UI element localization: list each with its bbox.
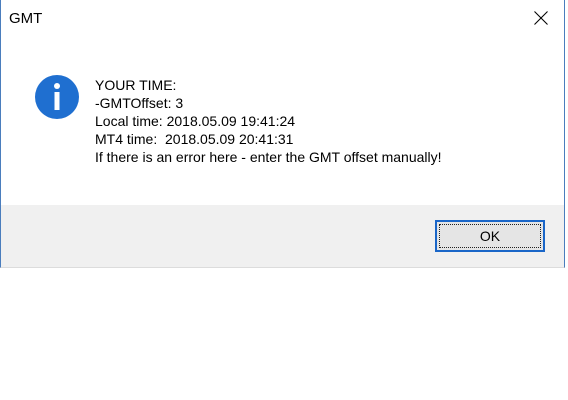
ok-button[interactable]: OK — [435, 220, 545, 252]
message-text: YOUR TIME: -GMTOffset: 3 Local time: 201… — [95, 76, 442, 166]
window-title: GMT — [9, 10, 43, 27]
ok-button-label: OK — [439, 224, 541, 248]
message-line-local-time: Local time: 2018.05.09 19:41:24 — [95, 113, 296, 129]
title-bar[interactable]: GMT — [1, 0, 564, 38]
message-area: YOUR TIME: -GMTOffset: 3 Local time: 201… — [1, 38, 564, 205]
info-icon — [35, 75, 79, 119]
close-button[interactable] — [518, 0, 564, 36]
message-dialog: GMT YOUR TIME: -GMTOffset: 3 Local time:… — [0, 0, 565, 268]
message-line-mt4-time: MT4 time: 2018.05.09 20:41:31 — [95, 131, 294, 147]
close-icon — [534, 11, 548, 25]
message-line-gmt-offset: -GMTOffset: 3 — [95, 95, 184, 111]
message-line-error-hint: If there is an error here - enter the GM… — [95, 149, 442, 165]
message-line-heading: YOUR TIME: — [95, 77, 177, 93]
button-bar: OK — [1, 205, 564, 267]
